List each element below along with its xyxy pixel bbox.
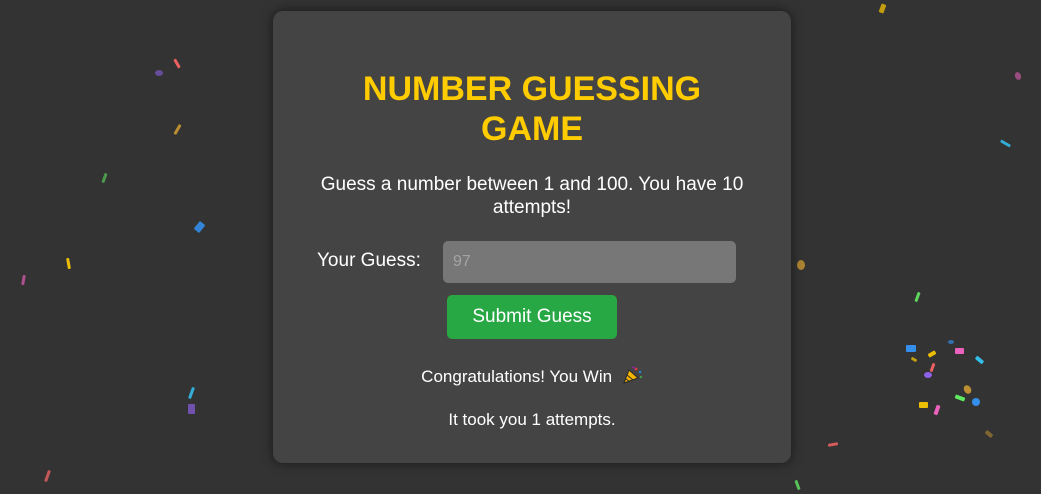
confetti-piece <box>173 58 181 69</box>
confetti-piece <box>173 123 182 136</box>
confetti-piece <box>984 429 994 439</box>
confetti-piece <box>66 257 71 270</box>
confetti-piece <box>794 479 801 491</box>
confetti-piece <box>188 386 195 400</box>
party-popper-icon <box>622 366 643 384</box>
confetti-piece <box>999 139 1012 148</box>
confetti-piece <box>44 469 51 483</box>
confetti-piece <box>797 260 805 270</box>
confetti-piece <box>962 383 973 396</box>
guess-label: Your Guess: <box>317 250 421 271</box>
confetti-piece <box>972 398 980 406</box>
confetti-piece <box>933 404 941 416</box>
confetti-piece <box>906 345 916 352</box>
game-card: NUMBER GUESSING GAME Guess a number betw… <box>273 11 791 463</box>
confetti-piece <box>21 274 26 286</box>
confetti-piece <box>193 220 206 234</box>
confetti-piece <box>188 404 195 414</box>
guess-row: Your Guess: <box>273 241 791 283</box>
confetti-piece <box>948 340 954 344</box>
confetti-piece <box>955 348 964 354</box>
confetti-piece <box>927 350 937 358</box>
confetti-piece <box>954 394 966 402</box>
confetti-piece <box>910 356 918 363</box>
confetti-piece <box>924 372 932 378</box>
confetti-piece <box>827 442 839 447</box>
result-message: Congratulations! You Win <box>273 366 791 387</box>
submit-guess-button[interactable]: Submit Guess <box>447 295 617 339</box>
result-text: Congratulations! You Win <box>421 367 613 386</box>
attempts-message: It took you 1 attempts. <box>448 410 616 429</box>
confetti-piece <box>929 362 936 373</box>
confetti-piece <box>974 355 985 365</box>
game-title: NUMBER GUESSING GAME <box>362 70 702 148</box>
confetti-piece <box>155 70 163 76</box>
game-screen: NUMBER GUESSING GAME Guess a number betw… <box>0 0 1041 494</box>
confetti-piece <box>919 402 928 408</box>
confetti-piece <box>1013 71 1023 81</box>
instructions-text: Guess a number between 1 and 100. You ha… <box>320 174 744 218</box>
confetti-piece <box>914 291 921 303</box>
confetti-piece <box>878 3 887 14</box>
confetti-piece <box>101 172 108 184</box>
guess-input[interactable] <box>443 241 736 283</box>
